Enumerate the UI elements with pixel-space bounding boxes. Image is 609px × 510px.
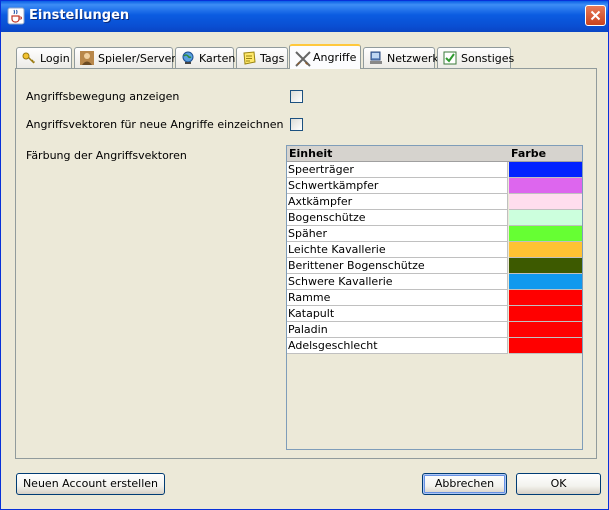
column-header-farbe[interactable]: Farbe <box>511 147 546 160</box>
unit-name-cell[interactable]: Paladin <box>287 322 508 338</box>
tab-karten[interactable]: Karten <box>175 47 236 68</box>
unit-color-swatch[interactable] <box>509 210 582 226</box>
unit-color-swatch[interactable] <box>509 274 582 290</box>
unit-color-swatch[interactable] <box>509 258 582 274</box>
java-cup-icon <box>7 7 25 25</box>
tab-netzwerk[interactable]: Netzwerk <box>363 47 439 68</box>
title-bar[interactable]: Einstellungen <box>1 1 608 32</box>
unit-color-swatch[interactable] <box>509 290 582 306</box>
unit-color-swatch[interactable] <box>509 178 582 194</box>
angriffe-panel: Angriffsbewegung anzeigen Angriffsvektor… <box>15 68 597 459</box>
ok-button[interactable]: OK <box>516 473 601 495</box>
table-row[interactable]: Späher <box>287 226 582 242</box>
unit-color-swatch[interactable] <box>509 338 582 354</box>
new-account-button[interactable]: Neuen Account erstellen <box>16 473 165 495</box>
tab-spieler-server[interactable]: Spieler/Server <box>74 47 176 68</box>
unit-color-swatch[interactable] <box>509 242 582 258</box>
globe-icon <box>181 51 195 65</box>
checklist-icon <box>443 51 457 65</box>
table-row[interactable]: Bogenschütze <box>287 210 582 226</box>
draw-vectors-label: Angriffsvektoren für neue Angriffe einze… <box>26 118 284 131</box>
unit-name-cell[interactable]: Speerträger <box>287 162 508 178</box>
unit-color-swatch[interactable] <box>509 226 582 242</box>
key-icon <box>22 51 36 65</box>
unit-name-cell[interactable]: Axtkämpfer <box>287 194 508 210</box>
unit-color-swatch[interactable] <box>509 322 582 338</box>
table-row[interactable]: Paladin <box>287 322 582 338</box>
unit-name-cell[interactable]: Berittener Bogenschütze <box>287 258 508 274</box>
vector-coloring-label: Färbung der Angriffsvektoren <box>26 149 187 162</box>
column-header-einheit[interactable]: Einheit <box>289 147 332 160</box>
unit-color-swatch[interactable] <box>509 162 582 178</box>
unit-name-cell[interactable]: Bogenschütze <box>287 210 508 226</box>
table-row[interactable]: Schwertkämpfer <box>287 178 582 194</box>
table-row[interactable]: Ramme <box>287 290 582 306</box>
tab-label: Karten <box>199 52 236 65</box>
unit-name-cell[interactable]: Späher <box>287 226 508 242</box>
unit-name-cell[interactable]: Adelsgeschlecht <box>287 338 508 354</box>
network-icon <box>369 51 383 65</box>
unit-name-cell[interactable]: Schwere Kavallerie <box>287 274 508 290</box>
tab-label: Spieler/Server <box>98 52 176 65</box>
table-row[interactable]: Adelsgeschlecht <box>287 338 582 354</box>
table-row[interactable]: Leichte Kavallerie <box>287 242 582 258</box>
unit-name-cell[interactable]: Ramme <box>287 290 508 306</box>
table-row[interactable]: Schwere Kavallerie <box>287 274 582 290</box>
tab-label: Login <box>40 52 70 65</box>
tab-label: Angriffe <box>313 51 357 64</box>
tab-tags[interactable]: Tags <box>236 47 288 68</box>
attack-movement-label: Angriffsbewegung anzeigen <box>26 90 180 103</box>
draw-vectors-checkbox[interactable] <box>290 118 303 131</box>
note-icon <box>242 51 256 65</box>
unit-color-table: Einheit Farbe Speerträger Schwertkämpfer A… <box>286 145 583 450</box>
unit-name-cell[interactable]: Katapult <box>287 306 508 322</box>
tab-label: Tags <box>260 52 285 65</box>
player-avatar-icon <box>80 51 94 65</box>
tab-login[interactable]: Login <box>16 47 72 68</box>
unit-color-swatch[interactable] <box>509 306 582 322</box>
table-row[interactable]: Katapult <box>287 306 582 322</box>
table-row[interactable]: Berittener Bogenschütze <box>287 258 582 274</box>
table-header: Einheit Farbe <box>287 146 582 162</box>
window-title: Einstellungen <box>29 8 130 23</box>
tab-angriffe[interactable]: Angriffe <box>289 44 361 69</box>
close-button[interactable] <box>585 5 606 26</box>
unit-name-cell[interactable]: Leichte Kavallerie <box>287 242 508 258</box>
table-row[interactable]: Speerträger <box>287 162 582 178</box>
unit-color-swatch[interactable] <box>509 194 582 210</box>
close-icon <box>590 10 601 21</box>
tab-label: Netzwerk <box>387 52 439 65</box>
table-row[interactable]: Axtkämpfer <box>287 194 582 210</box>
cancel-button[interactable]: Abbrechen <box>422 473 507 495</box>
tab-sonstiges[interactable]: Sonstiges <box>437 47 515 68</box>
tab-label: Sonstiges <box>461 52 515 65</box>
settings-window: Einstellungen Login Spieler/Server Karte… <box>0 0 609 510</box>
unit-name-cell[interactable]: Schwertkämpfer <box>287 178 508 194</box>
attack-movement-checkbox[interactable] <box>290 90 303 103</box>
crossed-swords-icon <box>295 51 311 67</box>
